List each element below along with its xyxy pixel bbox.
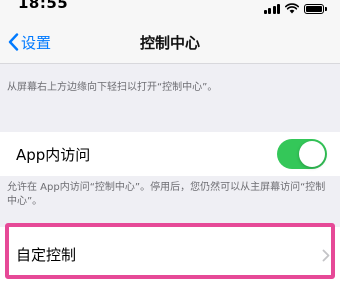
- access-within-apps-toggle[interactable]: [277, 139, 327, 169]
- status-bar: 18:55: [0, 0, 340, 20]
- navigation-bar: 设置 控制中心: [0, 20, 340, 64]
- battery-icon: [304, 4, 327, 14]
- page-title: 控制中心: [139, 34, 200, 52]
- access-within-apps-label: App内访问: [16, 146, 91, 164]
- customize-controls-cell[interactable]: 自定控制: [0, 227, 340, 284]
- wifi-icon: [285, 3, 299, 14]
- status-time: 18:55: [18, 0, 69, 12]
- status-icons: [263, 2, 327, 14]
- toggle-knob: [299, 141, 325, 167]
- cellular-signal-icon: [263, 4, 280, 14]
- control-center-description: 从屏幕右上方边缘向下轻扫以打开“控制中心”。: [7, 82, 218, 93]
- chevron-right-icon: [322, 249, 330, 262]
- access-within-apps-cell: App内访问: [0, 132, 340, 176]
- customize-controls-label: 自定控制: [16, 246, 77, 264]
- access-within-apps-footer: 允许在 App内访问“控制中心”。停用后，您仍然可以从主屏幕访问“控制中心”。: [7, 182, 326, 207]
